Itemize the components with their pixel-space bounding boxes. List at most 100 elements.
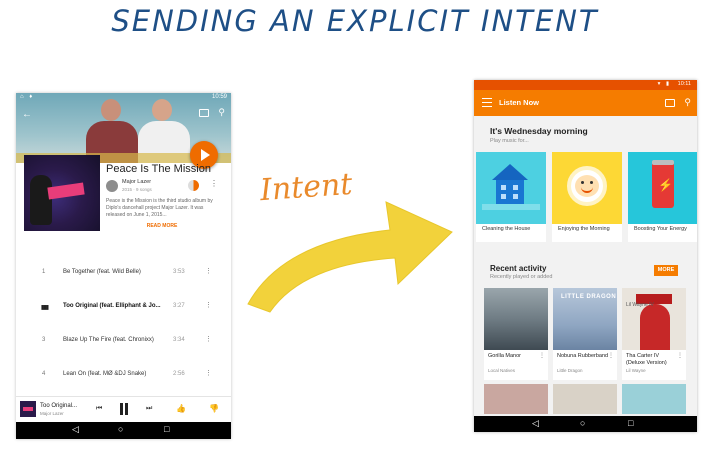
album-cover[interactable] bbox=[24, 155, 100, 231]
album-name: Tha Carter IV (Deluxe Version) bbox=[626, 353, 667, 366]
recent-activity-subtitle: Recently played or added bbox=[490, 274, 553, 280]
track-menu-icon[interactable]: ⋮ bbox=[205, 335, 212, 343]
artist-row[interactable]: Major Lazer 2015 · 9 songs ⋮ bbox=[106, 179, 226, 195]
menu-icon[interactable] bbox=[482, 98, 492, 107]
now-playing-artist: Major Lazer bbox=[40, 411, 64, 416]
house-icon bbox=[476, 152, 546, 224]
track-list: 1 Be Together (feat. Wild Belle) 3:53 ⋮ … bbox=[16, 258, 231, 394]
toolbar-title: Listen Now bbox=[499, 98, 540, 107]
activity-card[interactable]: ⚡ Boosting Your Energy bbox=[628, 152, 697, 242]
radio-icon[interactable] bbox=[188, 180, 199, 191]
artist-avatar bbox=[106, 180, 118, 192]
cover-text: LITTLE DRAGON bbox=[561, 294, 617, 300]
back-nav-icon[interactable]: ◁ bbox=[532, 418, 539, 429]
greeting-title: It's Wednesday morning bbox=[490, 126, 588, 136]
status-bar: ▾ ▮ 10:11 bbox=[474, 80, 697, 90]
album-card[interactable]: LITTLE DRAGON Nobuna Rubberband Little D… bbox=[553, 288, 617, 380]
album-card[interactable]: Lil Wayne IV Tha Carter IV (Deluxe Versi… bbox=[622, 288, 686, 380]
status-bar: ⌂ ♦ 10:59 bbox=[16, 93, 231, 103]
track-menu-icon[interactable]: ⋮ bbox=[205, 267, 212, 275]
album-menu-icon[interactable]: ⋮ bbox=[608, 352, 614, 359]
album-menu-icon[interactable]: ⋮ bbox=[677, 352, 683, 359]
album-name: Nobuna Rubberband bbox=[557, 353, 609, 359]
equalizer-icon: ▮▮▮ bbox=[41, 305, 49, 311]
read-more-link[interactable]: READ MORE bbox=[106, 223, 218, 229]
notification-icons: ⌂ ♦ bbox=[20, 94, 35, 100]
activity-card[interactable]: Cleaning the House bbox=[476, 152, 546, 242]
greeting-subtitle: Play music for... bbox=[490, 138, 529, 144]
pause-icon[interactable] bbox=[119, 403, 129, 415]
thumbs-up-icon[interactable]: 👍 bbox=[176, 404, 186, 413]
track-number: 1 bbox=[42, 269, 46, 275]
cover-text: Lil Wayne IV bbox=[626, 302, 654, 308]
intent-label: Intent bbox=[258, 166, 354, 209]
track-number: 4 bbox=[42, 371, 46, 377]
breakfast-icon bbox=[552, 152, 622, 224]
track-menu-icon[interactable]: ⋮ bbox=[205, 301, 212, 309]
album-title: Peace Is The Mission bbox=[106, 163, 211, 175]
track-number: 3 bbox=[42, 337, 46, 343]
track-title: Too Original (feat. Elliphant & Jo... bbox=[63, 303, 161, 309]
recent-activity-title: Recent activity bbox=[490, 264, 547, 273]
track-duration: 3:27 bbox=[173, 303, 185, 309]
track-row[interactable]: 3 Blaze Up The Fire (feat. Chronixx) 3:3… bbox=[16, 326, 231, 360]
track-duration: 3:53 bbox=[173, 269, 185, 275]
status-time: 10:11 bbox=[677, 81, 691, 87]
album-cover: Lil Wayne IV bbox=[622, 288, 686, 350]
album-info: Peace Is The Mission Major Lazer 2015 · … bbox=[106, 163, 226, 229]
search-icon[interactable]: ⚲ bbox=[218, 107, 225, 118]
now-playing-title: Too Original... bbox=[40, 403, 78, 409]
overflow-menu-icon[interactable]: ⋮ bbox=[210, 179, 218, 188]
thumbs-down-icon[interactable]: 👎 bbox=[209, 404, 219, 413]
album-artist: Little Dragon bbox=[557, 368, 583, 373]
card-caption: Enjoying the Morning bbox=[558, 226, 610, 232]
track-title: Blaze Up The Fire (feat. Chronixx) bbox=[63, 337, 154, 343]
track-menu-icon[interactable]: ⋮ bbox=[205, 369, 212, 377]
home-nav-icon[interactable]: ○ bbox=[580, 418, 585, 428]
right-device-screen: ▾ ▮ 10:11 Listen Now ⚲ It's Wednesday mo… bbox=[474, 80, 697, 432]
artist-name: Major Lazer bbox=[122, 179, 152, 185]
previous-icon[interactable]: ⏮ bbox=[96, 405, 102, 413]
signal-battery-icons: ▾ ▮ bbox=[657, 81, 671, 87]
next-icon[interactable]: ⏭ bbox=[146, 405, 152, 413]
back-nav-icon[interactable]: ◁ bbox=[72, 424, 79, 435]
card-caption: Cleaning the House bbox=[482, 226, 531, 232]
album-menu-icon[interactable]: ⋮ bbox=[539, 352, 545, 359]
back-arrow-icon[interactable]: ← bbox=[22, 109, 32, 120]
album-description: Peace is the Mission is the third studio… bbox=[106, 198, 213, 218]
now-playing-thumbnail bbox=[20, 401, 36, 417]
toolbar: Listen Now ⚲ bbox=[474, 90, 697, 116]
recents-nav-icon[interactable]: □ bbox=[164, 424, 169, 434]
card-caption: Boosting Your Energy bbox=[634, 226, 687, 232]
left-device-screen: ← ⚲ ⌂ ♦ 10:59 Peace Is The Mission Major… bbox=[16, 93, 231, 439]
album-card-partial[interactable] bbox=[622, 384, 686, 414]
track-row-playing[interactable]: ▮▮▮ Too Original (feat. Elliphant & Jo..… bbox=[16, 292, 231, 326]
now-playing-bar[interactable]: Too Original... Major Lazer ⏮ ⏭ 👍 👎 bbox=[16, 396, 231, 422]
track-duration: 3:34 bbox=[173, 337, 185, 343]
slide-title: SENDING AN EXPLICIT INTENT bbox=[111, 4, 599, 38]
more-button[interactable]: MORE bbox=[654, 265, 678, 276]
cast-icon[interactable] bbox=[665, 99, 675, 107]
track-title: Lean On (feat. MØ &DJ Snake) bbox=[63, 371, 147, 377]
album-meta: 2015 · 9 songs bbox=[122, 187, 152, 192]
track-row[interactable]: 4 Lean On (feat. MØ &DJ Snake) 2:56 ⋮ bbox=[16, 360, 231, 394]
album-card-partial[interactable] bbox=[484, 384, 548, 414]
navigation-bar: ◁ ○ □ bbox=[16, 422, 231, 439]
activity-card[interactable]: Enjoying the Morning bbox=[552, 152, 622, 242]
home-nav-icon[interactable]: ○ bbox=[118, 424, 123, 434]
album-artist: Local Natives bbox=[488, 368, 516, 373]
recents-nav-icon[interactable]: □ bbox=[628, 418, 633, 428]
track-title: Be Together (feat. Wild Belle) bbox=[63, 269, 141, 275]
status-time: 10:59 bbox=[211, 94, 227, 100]
energy-can-icon: ⚡ bbox=[628, 152, 697, 224]
album-card[interactable]: Gorilla Manor Local Natives ⋮ bbox=[484, 288, 548, 380]
navigation-bar: ◁ ○ □ bbox=[474, 416, 697, 432]
album-name: Gorilla Manor bbox=[488, 353, 522, 359]
track-row[interactable]: 1 Be Together (feat. Wild Belle) 3:53 ⋮ bbox=[16, 258, 231, 292]
album-card-partial[interactable] bbox=[553, 384, 617, 414]
album-cover bbox=[484, 288, 548, 350]
cast-icon[interactable] bbox=[199, 109, 209, 117]
album-cover: LITTLE DRAGON bbox=[553, 288, 617, 350]
album-artist: Lil Wayne bbox=[626, 368, 646, 373]
search-icon[interactable]: ⚲ bbox=[684, 97, 691, 108]
